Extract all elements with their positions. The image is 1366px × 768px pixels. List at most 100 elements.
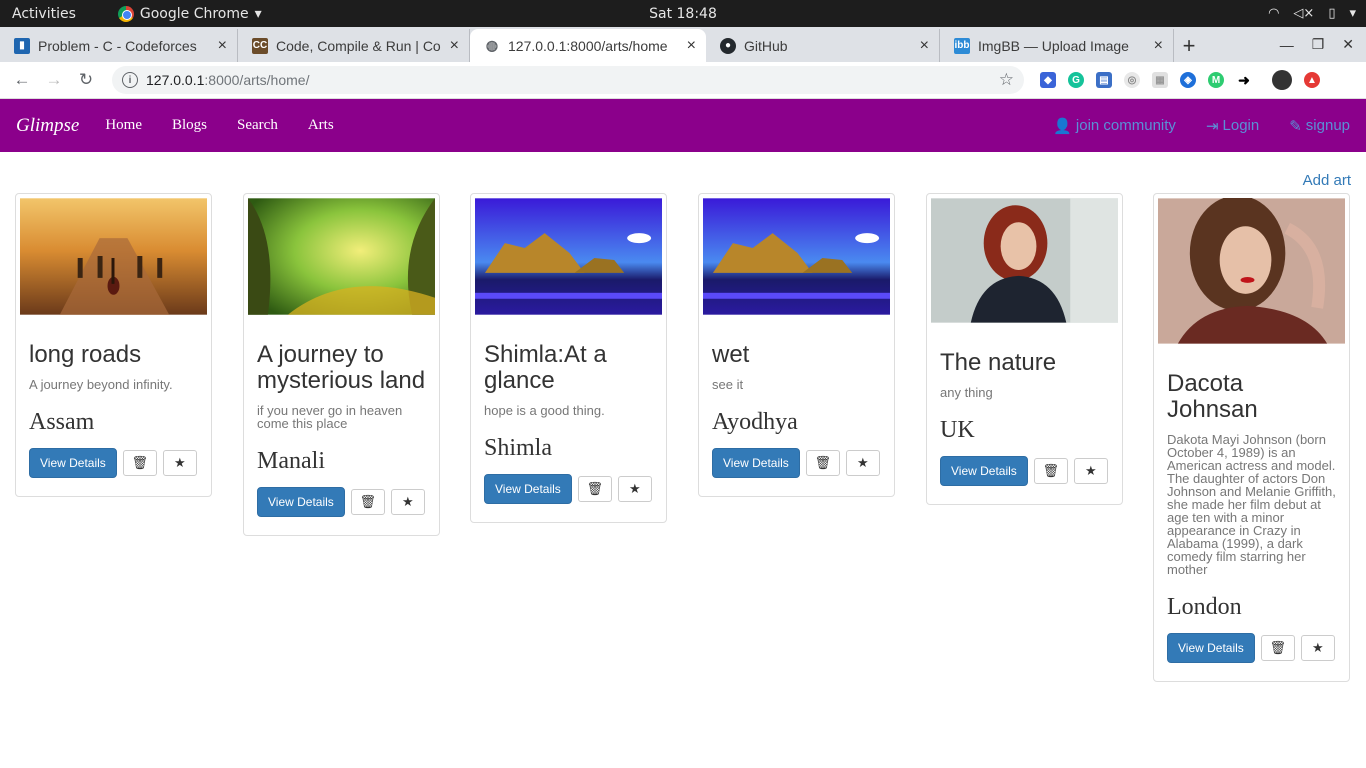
grammarly-extension-icon[interactable]: G: [1068, 72, 1084, 88]
browser-toolbar: ← → ↻ i 127.0.0.1:8000/arts/home/ ☆ ◆ G …: [0, 62, 1366, 99]
extension-icon[interactable]: M: [1208, 72, 1224, 88]
card-body: Dacota Johnsan Dakota Mayi Johnson (born…: [1158, 344, 1345, 677]
shield-extension-icon[interactable]: ◆: [1040, 72, 1056, 88]
nav-blogs[interactable]: Blogs: [172, 117, 207, 134]
extensions-bar: ◆ G ▤ ◎ ▦ ◈ M ➜ ▲: [1040, 70, 1320, 90]
back-arrow-icon[interactable]: ←: [6, 70, 38, 90]
card-actions: View Details 🗑 ★: [484, 474, 653, 504]
add-art-link[interactable]: Add art: [1303, 172, 1351, 189]
github-icon: ●: [720, 37, 736, 54]
art-card: Dacota Johnsan Dakota Mayi Johnson (born…: [1153, 193, 1350, 682]
view-details-button[interactable]: View Details: [29, 448, 117, 478]
close-icon[interactable]: ✕: [1342, 36, 1354, 53]
login-link[interactable]: ⇥ Login: [1206, 117, 1259, 135]
view-details-button[interactable]: View Details: [257, 487, 345, 517]
close-icon[interactable]: ×: [218, 37, 227, 55]
restore-icon[interactable]: ❐: [1312, 36, 1325, 53]
reload-icon[interactable]: ↻: [70, 70, 102, 90]
tab-codeforces[interactable]: ▮ Problem - C - Codeforces ×: [0, 29, 238, 62]
signup-label: signup: [1305, 117, 1350, 134]
brand-logo[interactable]: Glimpse: [16, 115, 79, 137]
beach-icon: [475, 198, 662, 315]
card-title: Dacota Johnsan: [1167, 370, 1258, 423]
tab-arts-home[interactable]: ◍ 127.0.0.1:8000/arts/home ×: [470, 29, 706, 62]
star-icon[interactable]: ★: [845, 450, 880, 476]
update-icon[interactable]: ▲: [1304, 72, 1320, 88]
tab-code-compile[interactable]: CC Code, Compile & Run | Co ×: [238, 29, 470, 62]
join-community-link[interactable]: 👤 join community: [1053, 117, 1176, 135]
star-icon[interactable]: ★: [1300, 635, 1335, 661]
nav-arts[interactable]: Arts: [308, 117, 334, 134]
window-controls: — ❐ ✕: [1280, 27, 1366, 62]
view-details-button[interactable]: View Details: [940, 456, 1028, 486]
globe-icon: ◍: [485, 37, 499, 53]
tab-title: 127.0.0.1:8000/arts/home: [508, 37, 668, 54]
address-bar[interactable]: i 127.0.0.1:8000/arts/home/ ☆: [112, 66, 1024, 94]
extension-icon[interactable]: ◎: [1124, 72, 1140, 88]
card-title: wet: [712, 341, 750, 368]
close-icon[interactable]: ×: [450, 37, 459, 55]
nav-right: 👤 join community ⇥ Login ✎ signup: [1053, 117, 1350, 135]
card-description: Dakota Mayi Johnson (born October 4, 198…: [1167, 432, 1336, 577]
arrow-extension-icon[interactable]: ➜: [1236, 72, 1252, 88]
gnome-top-bar: Activities Google Chrome ▾ Sat 18:48 ◠ ◁…: [0, 0, 1366, 27]
trash-icon[interactable]: 🗑: [122, 450, 157, 476]
forward-arrow-icon[interactable]: →: [38, 70, 70, 90]
star-icon[interactable]: ★: [390, 489, 425, 515]
nav-search[interactable]: Search: [237, 117, 278, 134]
trash-icon[interactable]: 🗑: [1260, 635, 1295, 661]
app-menu[interactable]: Google Chrome ▾: [117, 5, 262, 22]
url-host: 127.0.0.1: [146, 72, 205, 88]
trash-icon[interactable]: 🗑: [1033, 458, 1068, 484]
close-icon[interactable]: ×: [1154, 37, 1163, 55]
card-place: UK: [940, 417, 975, 443]
new-tab-button[interactable]: +: [1174, 29, 1204, 62]
extension-icon[interactable]: ▤: [1096, 72, 1112, 88]
minimize-icon[interactable]: —: [1280, 37, 1294, 53]
tab-imgbb[interactable]: ibb ImgBB — Upload Image ×: [940, 29, 1174, 62]
codeforces-icon: ▮: [14, 37, 30, 54]
view-details-button[interactable]: View Details: [484, 474, 572, 504]
forest-icon: [248, 198, 435, 315]
view-details-button[interactable]: View Details: [712, 448, 800, 478]
card-place: Ayodhya: [712, 409, 798, 435]
card-body: The nature any thing UK View Details 🗑 ★: [931, 323, 1118, 500]
nav-home[interactable]: Home: [105, 117, 142, 134]
road-guitar-icon: [20, 198, 207, 315]
cc-icon: CC: [252, 37, 268, 54]
card-description: if you never go in heaven come this plac…: [257, 403, 403, 431]
card-actions: View Details 🗑 ★: [712, 448, 881, 478]
user-icon: 👤: [1053, 117, 1072, 135]
card-title: A journey to mysterious land: [257, 341, 426, 394]
trash-icon[interactable]: 🗑: [350, 489, 385, 515]
info-icon[interactable]: i: [122, 72, 138, 88]
tab-title: GitHub: [744, 37, 788, 54]
art-card: wet see it Ayodhya View Details 🗑 ★: [698, 193, 895, 497]
activities-button[interactable]: Activities: [0, 6, 88, 22]
extension-icon[interactable]: ◈: [1180, 72, 1196, 88]
wifi-icon: ◠: [1268, 6, 1280, 21]
card-actions: View Details 🗑 ★: [940, 456, 1109, 486]
portrait-icon: [931, 198, 1118, 323]
clock[interactable]: Sat 18:48: [649, 6, 717, 22]
signup-link[interactable]: ✎ signup: [1289, 117, 1350, 135]
chevron-down-icon: ▾: [254, 5, 262, 22]
bookmark-star-icon[interactable]: ☆: [999, 70, 1014, 90]
star-icon[interactable]: ★: [617, 476, 652, 502]
card-title: The nature: [940, 349, 1057, 376]
close-icon[interactable]: ×: [687, 37, 696, 55]
card-body: Shimla:At a glance hope is a good thing.…: [475, 315, 662, 518]
card-body: wet see it Ayodhya View Details 🗑 ★: [703, 315, 890, 492]
view-details-button[interactable]: View Details: [1167, 633, 1255, 663]
extension-icon[interactable]: ▦: [1152, 72, 1168, 88]
star-icon[interactable]: ★: [162, 450, 197, 476]
trash-icon[interactable]: 🗑: [577, 476, 612, 502]
star-icon[interactable]: ★: [1073, 458, 1108, 484]
system-tray[interactable]: ◠ ◁× ▯ ▾: [1268, 6, 1356, 21]
card-description: hope is a good thing.: [484, 403, 605, 418]
close-icon[interactable]: ×: [920, 37, 929, 55]
tab-github[interactable]: ● GitHub ×: [706, 29, 940, 62]
trash-icon[interactable]: 🗑: [805, 450, 840, 476]
card-description: A journey beyond infinity.: [29, 377, 173, 392]
avatar[interactable]: [1272, 70, 1292, 90]
